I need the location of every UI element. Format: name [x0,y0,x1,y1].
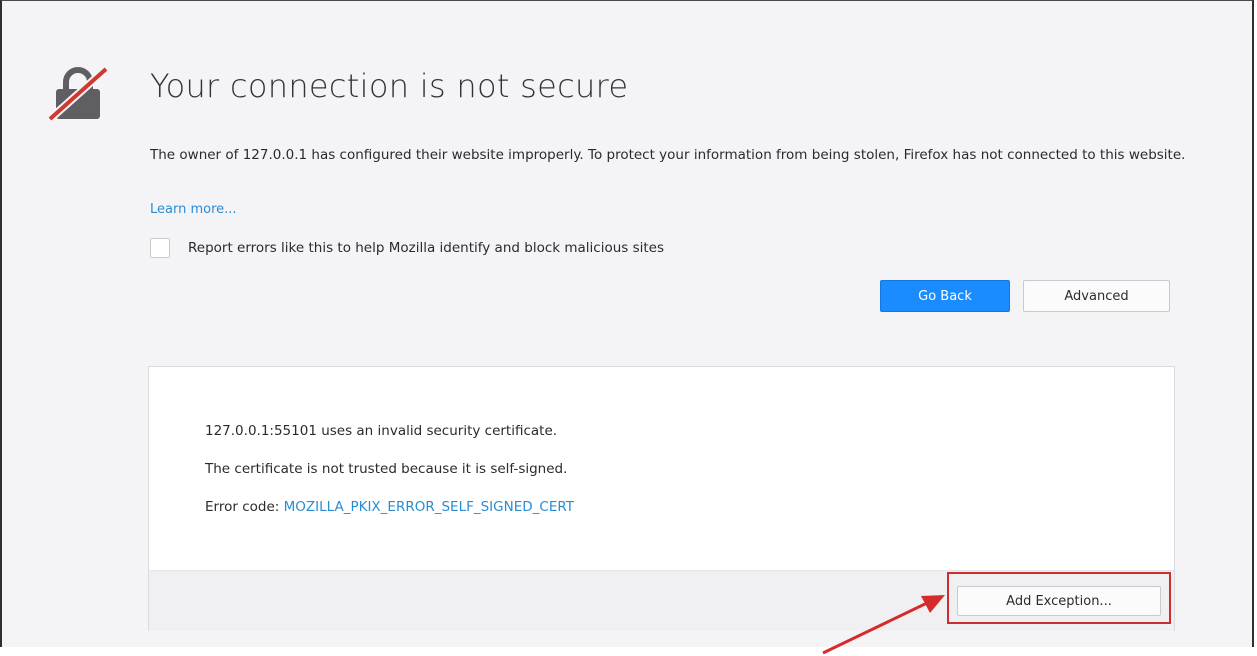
error-code-label: Error code: [205,499,284,515]
annotation-highlight-box [947,572,1171,624]
go-back-button[interactable]: Go Back [880,280,1010,312]
annotation-arrow-icon [822,595,945,655]
page-title: Your connection is not secure [150,67,629,105]
report-errors-row: Report errors like this to help Mozilla … [150,237,664,259]
report-errors-checkbox[interactable] [150,238,170,258]
error-page: Your connection is not secure The owner … [0,0,1254,655]
error-code-line: Error code: MOZILLA_PKIX_ERROR_SELF_SIGN… [205,499,574,515]
certificate-not-trusted-text: The certificate is not trusted because i… [205,461,568,477]
learn-more-link[interactable]: Learn more... [150,202,237,217]
advanced-button[interactable]: Advanced [1023,280,1170,312]
invalid-certificate-text: 127.0.0.1:55101 uses an invalid security… [205,423,558,439]
error-description: The owner of 127.0.0.1 has configured th… [150,147,1186,163]
report-errors-label: Report errors like this to help Mozilla … [188,240,665,256]
broken-lock-icon [47,66,109,121]
error-code-link[interactable]: MOZILLA_PKIX_ERROR_SELF_SIGNED_CERT [284,499,574,515]
